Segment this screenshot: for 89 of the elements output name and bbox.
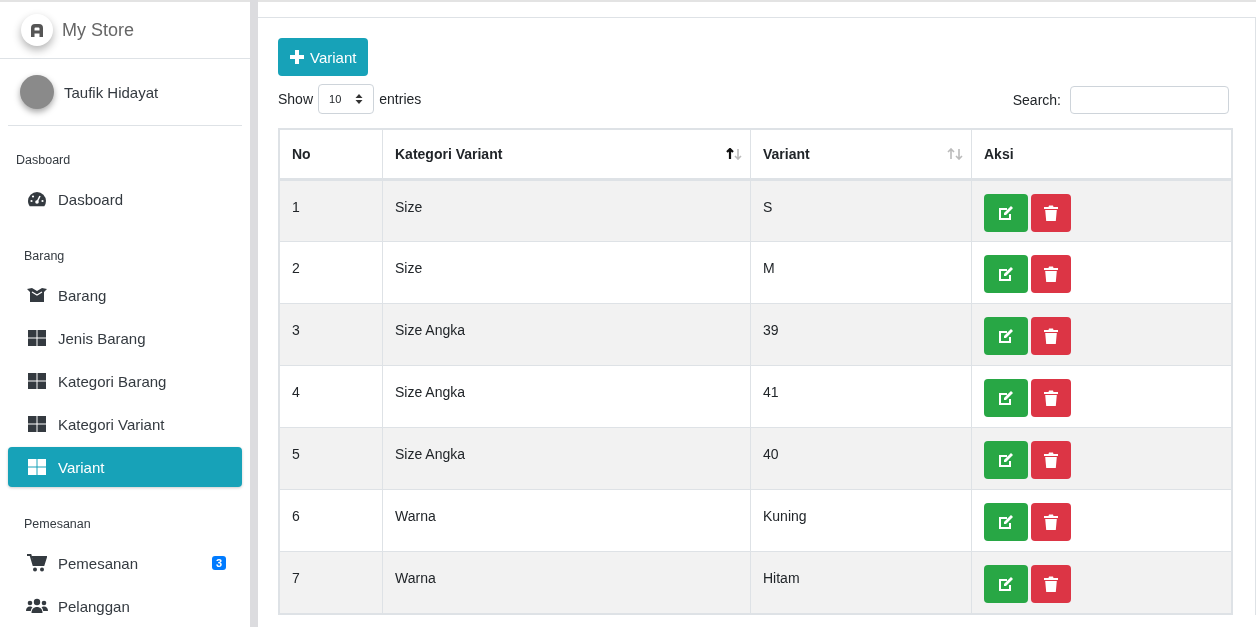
edit-button[interactable] bbox=[984, 441, 1028, 479]
table-cell: 6 bbox=[279, 489, 383, 552]
search-label: Search: bbox=[1012, 92, 1061, 108]
sidebar-item-label: Jenis Barang bbox=[58, 329, 146, 347]
table-cell: 4 bbox=[279, 365, 383, 428]
spinner-icon bbox=[355, 93, 364, 105]
edit-button[interactable] bbox=[984, 503, 1028, 541]
table-cell: Hitam bbox=[750, 551, 972, 614]
grid-icon bbox=[26, 416, 48, 432]
delete-button[interactable] bbox=[1031, 565, 1071, 603]
delete-button[interactable] bbox=[1031, 194, 1071, 232]
sidebar-item-label: Pelanggan bbox=[58, 597, 130, 615]
edit-icon bbox=[998, 514, 1014, 530]
trash-icon bbox=[1044, 390, 1058, 406]
table-cell: 7 bbox=[279, 551, 383, 614]
grid-icon bbox=[26, 459, 48, 475]
delete-button[interactable] bbox=[1031, 317, 1071, 355]
table-cell: Size Angka bbox=[382, 365, 751, 428]
sidebar-item-label: Variant bbox=[58, 458, 105, 476]
edit-icon bbox=[998, 390, 1014, 406]
cart-icon bbox=[26, 554, 48, 572]
delete-button[interactable] bbox=[1031, 255, 1071, 293]
sidebar-item[interactable]: Kategori Barang bbox=[8, 361, 242, 401]
edit-button[interactable] bbox=[984, 565, 1028, 603]
user-name[interactable]: Taufik Hidayat bbox=[64, 83, 159, 101]
grid-icon bbox=[26, 373, 48, 389]
plus-icon bbox=[290, 50, 304, 64]
table-cell: Size bbox=[382, 179, 751, 242]
gauge-icon bbox=[26, 191, 48, 207]
section-header: Dasboard bbox=[15, 152, 72, 169]
edit-button[interactable] bbox=[984, 194, 1028, 232]
table-cell: 1 bbox=[279, 179, 383, 242]
sidebar-item[interactable]: Kategori Variant bbox=[8, 404, 242, 444]
sidebar-item[interactable]: Jenis Barang bbox=[8, 318, 242, 358]
delete-button[interactable] bbox=[1031, 379, 1071, 417]
edit-icon bbox=[998, 266, 1014, 282]
trash-icon bbox=[1044, 514, 1058, 530]
trash-icon bbox=[1044, 328, 1058, 344]
box-icon bbox=[26, 287, 48, 303]
edit-button[interactable] bbox=[984, 317, 1028, 355]
table-cell: Size Angka bbox=[382, 303, 751, 366]
users-icon bbox=[26, 598, 48, 614]
table-cell: Size bbox=[382, 241, 751, 304]
delete-button[interactable] bbox=[1031, 503, 1071, 541]
sort-icon bbox=[726, 148, 742, 160]
store-logo-icon bbox=[21, 14, 53, 46]
trash-icon bbox=[1044, 205, 1058, 221]
sidebar-item[interactable]: Dasboard bbox=[8, 179, 242, 219]
sidebar-item-label: Barang bbox=[58, 286, 107, 304]
brand-title[interactable]: My Store bbox=[62, 19, 135, 41]
search-field[interactable] bbox=[1070, 86, 1229, 114]
edit-icon bbox=[998, 576, 1014, 592]
table-cell: S bbox=[750, 179, 972, 242]
table-cell: 3 bbox=[279, 303, 383, 366]
show-label: Show bbox=[278, 91, 314, 107]
entries-select[interactable]: 10 bbox=[318, 84, 375, 114]
sidebar-item-label: Kategori Barang bbox=[58, 372, 167, 390]
table-cell: 40 bbox=[750, 427, 972, 490]
table-cell: Warna bbox=[382, 551, 751, 614]
sidebar-item[interactable]: Pelanggan bbox=[8, 586, 242, 626]
sidebar-item[interactable]: Pemesanan 3 bbox=[8, 543, 242, 583]
table-cell: M bbox=[750, 241, 972, 304]
table-cell: 5 bbox=[279, 427, 383, 490]
sidebar-item-label: Pemesanan bbox=[58, 554, 139, 572]
table-cell: Kuning bbox=[750, 489, 972, 552]
edit-icon bbox=[998, 328, 1014, 344]
section-header: Pemesanan bbox=[23, 516, 92, 533]
sidebar-item[interactable]: Barang bbox=[8, 275, 242, 315]
sort-icon bbox=[947, 148, 963, 160]
table-cell: Warna bbox=[382, 489, 751, 552]
table-cell: 39 bbox=[750, 303, 972, 366]
trash-icon bbox=[1044, 266, 1058, 282]
entries-label: entries bbox=[379, 91, 422, 107]
count-badge: 3 bbox=[211, 556, 226, 570]
table-cell: Size Angka bbox=[382, 427, 751, 490]
user-avatar bbox=[20, 75, 54, 109]
edit-button[interactable] bbox=[984, 255, 1028, 293]
edit-button[interactable] bbox=[984, 379, 1028, 417]
delete-button[interactable] bbox=[1031, 441, 1071, 479]
sidebar-item-label: Dasboard bbox=[58, 190, 124, 208]
edit-icon bbox=[998, 452, 1014, 468]
table-cell: 41 bbox=[750, 365, 972, 428]
edit-icon bbox=[998, 205, 1014, 221]
trash-icon bbox=[1044, 576, 1058, 592]
section-header: Barang bbox=[23, 248, 66, 265]
grid-icon bbox=[26, 330, 48, 346]
table-cell: 2 bbox=[279, 241, 383, 304]
sidebar-item-label: Kategori Variant bbox=[58, 415, 165, 433]
trash-icon bbox=[1044, 452, 1058, 468]
